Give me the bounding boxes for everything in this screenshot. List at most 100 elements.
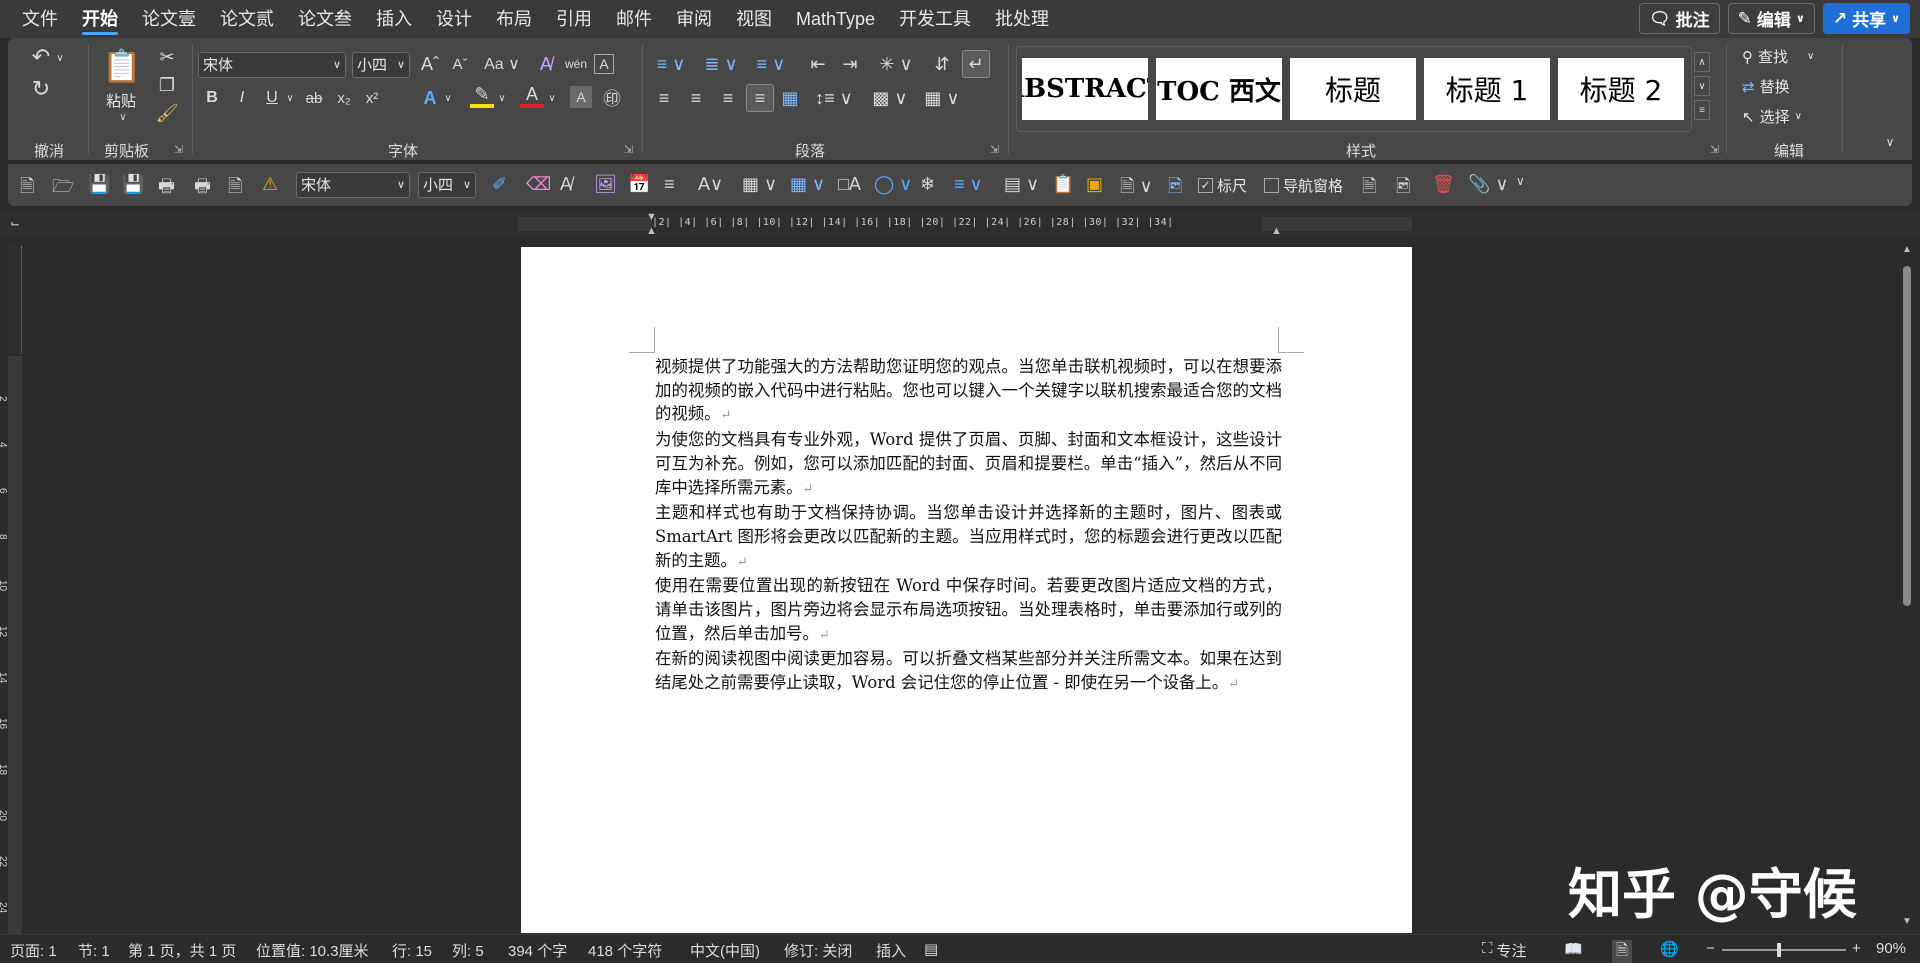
chevron-down-icon[interactable]: ∨ (116, 110, 130, 124)
bullets-icon[interactable]: ≡ ∨ (652, 52, 690, 76)
tab-mathtype[interactable]: MathType (784, 0, 887, 38)
tab-developer[interactable]: 开发工具 (887, 0, 983, 38)
zoom-level[interactable]: 90% (1876, 940, 1906, 957)
tab-review[interactable]: 审阅 (664, 0, 724, 38)
tab-paper-3[interactable]: 论文叁 (286, 0, 364, 38)
status-page-count[interactable]: 第 1 页，共 1 页 (128, 940, 236, 961)
multilevel-list-icon[interactable]: ≡ ∨ (752, 52, 790, 76)
first-line-indent-marker[interactable]: ▼ (646, 211, 657, 223)
collapse-ribbon-icon[interactable]: ∨ (1880, 132, 1900, 152)
tab-home[interactable]: 开始 (70, 0, 130, 38)
shrink-font-icon[interactable]: Aˇ (448, 52, 472, 76)
table-layout-icon[interactable]: ▦ ∨ (790, 174, 825, 195)
italic-icon[interactable]: I (230, 86, 254, 110)
customize-toolbar-icon[interactable]: ∨ (1516, 174, 1525, 188)
status-column[interactable]: 列: 5 (452, 940, 484, 961)
status-row[interactable]: 行: 15 (392, 940, 432, 961)
tab-paper-2[interactable]: 论文贰 (208, 0, 286, 38)
pen-tool-icon[interactable]: ✐ (492, 174, 507, 195)
styles-more-icon[interactable]: ≡ (1694, 100, 1710, 120)
tab-mailings[interactable]: 邮件 (604, 0, 664, 38)
subscript-icon[interactable]: x₂ (332, 86, 356, 110)
paste-icon[interactable]: 📋 (102, 46, 142, 86)
shading-icon[interactable]: ▩ ∨ (870, 86, 910, 110)
zoom-slider[interactable] (1722, 943, 1846, 957)
document-page[interactable]: 视频提供了功能强大的方法帮助您证明您的观点。当您单击联机视频时，可以在想要添加的… (521, 247, 1412, 933)
font-size-select[interactable]: 小四 ∨ (352, 52, 410, 78)
tab-file[interactable]: 文件 (0, 0, 70, 38)
shape-fill-icon[interactable]: ▣ (1086, 174, 1103, 195)
style-toc[interactable]: TOC 西文 (1156, 58, 1282, 120)
paragraph-launcher-icon[interactable]: ⇲ (990, 143, 999, 156)
open-folder-icon[interactable]: 🗁 (52, 174, 74, 204)
status-track-changes[interactable]: 修订: 关闭 (784, 940, 852, 961)
tab-batch[interactable]: 批处理 (983, 0, 1061, 38)
nav-pane-checkbox[interactable]: 导航窗格 (1264, 175, 1343, 196)
snowflake-icon[interactable]: ❄ (920, 174, 935, 195)
header-footer-icon[interactable]: ▤ ∨ (1004, 174, 1039, 195)
tab-references[interactable]: 引用 (544, 0, 604, 38)
tab-layout[interactable]: 布局 (484, 0, 544, 38)
picture-icon[interactable]: 🖻 (1168, 174, 1182, 204)
web-layout-icon[interactable]: 🌐 (1660, 940, 1679, 958)
justify-icon[interactable]: ≡ (746, 84, 774, 112)
document-options-icon[interactable]: 🗎 ∨ (1120, 174, 1153, 204)
align-right-icon[interactable]: ≡ (716, 86, 740, 110)
wrap-text-icon[interactable]: ≡ (664, 174, 675, 195)
tab-paper-1[interactable]: 论文壹 (130, 0, 208, 38)
show-marks-icon[interactable]: ↵ (962, 50, 990, 78)
underline-icon[interactable]: U (260, 86, 284, 110)
style-heading-2[interactable]: 标题 2 (1558, 58, 1684, 120)
format-painter-icon[interactable]: 🖌 (156, 102, 179, 124)
insert-page-icon[interactable]: 🗎 (1362, 174, 1376, 204)
font-launcher-icon[interactable]: ⇲ (624, 143, 633, 156)
warning-icon[interactable]: ⚠ (262, 174, 278, 195)
left-indent-marker[interactable]: ▲ (646, 225, 657, 237)
read-mode-icon[interactable]: 📖 (1564, 940, 1583, 958)
copy-icon[interactable]: ❐ (156, 74, 178, 96)
tab-design[interactable]: 设计 (424, 0, 484, 38)
status-insert-mode[interactable]: 插入 (876, 940, 906, 961)
vertical-scrollbar[interactable]: ▲ ▼ (1900, 244, 1914, 934)
find-button[interactable]: ⚲ 查找 ∨ (1742, 46, 1814, 67)
replace-button[interactable]: ⇄ 替换 (1742, 76, 1790, 97)
image-tool-icon[interactable]: 🖼 (594, 174, 617, 195)
sort-icon[interactable]: ⇵ (930, 52, 954, 76)
clear-formatting-icon[interactable]: A̸ (534, 52, 558, 76)
styles-scroll-up-icon[interactable]: ∧ (1694, 52, 1710, 72)
paste-special-icon[interactable]: 📋 (1052, 174, 1074, 195)
text-style-icon[interactable]: A∨ (698, 174, 723, 195)
styles-scroll-down-icon[interactable]: ∨ (1694, 76, 1710, 96)
new-document-icon[interactable]: 🗎 (20, 174, 34, 204)
focus-mode-button[interactable]: ⛶ 专注 (1482, 940, 1527, 961)
align-center-icon[interactable]: ≡ (684, 86, 708, 110)
zoom-slider-thumb[interactable] (1777, 943, 1781, 957)
text-box-icon[interactable]: □A (838, 174, 861, 195)
attachment-icon[interactable]: 📎 ∨ (1468, 174, 1509, 195)
list-tool-icon[interactable]: ≡ ∨ (954, 174, 983, 195)
character-border-icon[interactable]: A (594, 54, 614, 74)
print-layout-icon[interactable]: 🗎 (1612, 940, 1633, 963)
numbering-icon[interactable]: ≣ ∨ (702, 52, 740, 76)
tab-insert[interactable]: 插入 (364, 0, 424, 38)
paste-label[interactable]: 粘贴 (106, 90, 136, 111)
chevron-down-icon[interactable]: ∨ (546, 90, 558, 106)
save-icon[interactable]: 💾 (88, 174, 110, 195)
line-spacing-icon[interactable]: ↕≡ ∨ (814, 86, 854, 110)
status-section[interactable]: 节: 1 (78, 940, 110, 961)
undo-icon[interactable]: ↶ (28, 44, 54, 70)
style-heading[interactable]: 标题 (1290, 58, 1416, 120)
screenshot-icon[interactable]: 🖻 (1396, 174, 1410, 204)
font-color-icon[interactable]: A (520, 84, 544, 108)
text-effects-icon[interactable]: A (418, 86, 442, 110)
character-shading-icon[interactable]: A (570, 86, 592, 108)
pinyin-guide-icon[interactable]: wén (564, 52, 588, 76)
chevron-down-icon[interactable]: ∨ (54, 48, 66, 68)
cut-icon[interactable]: ✂ (156, 46, 178, 68)
enclose-characters-icon[interactable]: ㊞ (600, 86, 624, 110)
macro-icon[interactable]: ▤ (924, 940, 938, 958)
change-case-icon[interactable]: Aa ∨ (482, 52, 522, 76)
highlight-icon[interactable]: ✎ (470, 84, 494, 108)
qat-font-name-select[interactable]: 宋体 ∨ (296, 172, 410, 198)
shapes-icon[interactable]: ◯ ∨ (874, 174, 912, 195)
